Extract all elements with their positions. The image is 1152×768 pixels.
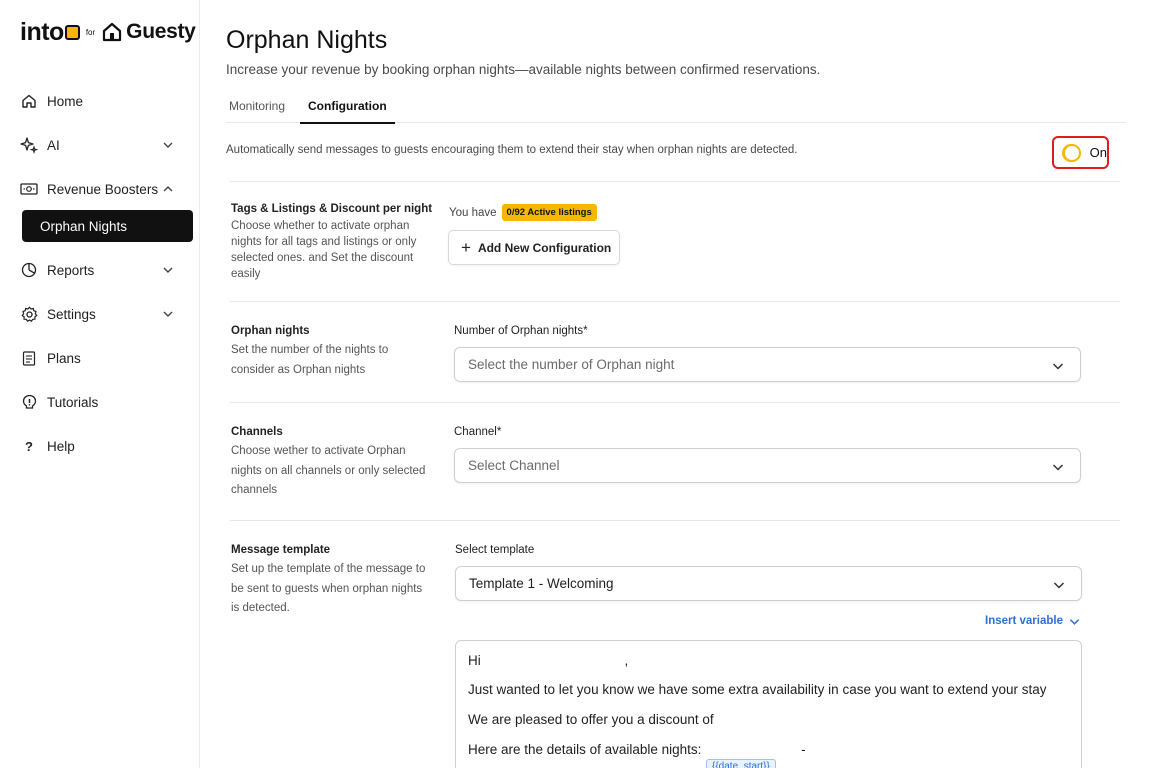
details-text: Here are the details of available nights…: [468, 742, 702, 757]
orphan-nights-section-description: Set the number of the nights to consider…: [231, 344, 389, 376]
sidebar-item-label: Plans: [47, 350, 81, 366]
tab-configuration[interactable]: Configuration: [300, 99, 395, 124]
insert-variable-button[interactable]: Insert variable: [985, 615, 1080, 627]
message-section-description: Set up the template of the message to be…: [231, 563, 426, 614]
sidebar-subitem-orphan-nights[interactable]: Orphan Nights: [22, 210, 193, 242]
sparkle-icon: [20, 136, 38, 154]
selected-template: Template 1 - Welcoming: [469, 576, 614, 591]
sidebar-item-settings[interactable]: Settings: [20, 299, 180, 329]
active-listings-summary: You have 0/92 Active listings: [449, 204, 597, 221]
divider: [230, 181, 1120, 182]
auto-send-description: Automatically send messages to guests en…: [226, 144, 798, 156]
brand-logo[interactable]: into for Guesty: [20, 18, 196, 46]
tab-bar: Monitoring Configuration: [226, 96, 1126, 124]
cash-icon: [20, 180, 38, 198]
chevron-down-icon: [1052, 464, 1064, 471]
active-listings-badge: 0/92 Active listings: [501, 204, 597, 221]
plus-icon: +: [461, 238, 471, 257]
template-select[interactable]: Template 1 - Welcoming: [455, 566, 1082, 601]
partner-name: Guesty: [126, 20, 196, 43]
message-editor[interactable]: Hi , Just wanted to let you know we have…: [455, 640, 1082, 768]
chevron-down-icon: [163, 142, 173, 148]
question-icon: ?: [25, 438, 33, 454]
sidebar-item-ai[interactable]: AI: [20, 130, 180, 160]
sidebar-item-label: Home: [47, 93, 84, 109]
toggle-label: On: [1089, 145, 1107, 160]
page-subtitle: Increase your revenue by booking orphan …: [226, 62, 821, 77]
channel-field-label: Channel*: [454, 426, 502, 438]
pie-chart-icon: [20, 261, 38, 279]
orphan-nights-section-title: Orphan nights: [231, 325, 310, 337]
divider: [230, 520, 1120, 521]
sidebar-item-reports[interactable]: Reports: [20, 255, 180, 285]
chevron-down-icon: [1053, 582, 1065, 589]
orphan-nights-field-label: Number of Orphan nights*: [454, 325, 588, 337]
message-line-3: We are pleased to offer you a discount o…: [468, 712, 714, 727]
add-button-label: Add New Configuration: [477, 240, 612, 255]
chevron-down-icon: [163, 311, 173, 317]
message-line-2: Just wanted to let you know we have some…: [468, 682, 1047, 697]
sidebar-item-label: Reports: [47, 262, 95, 278]
chevron-down-icon: [1052, 363, 1064, 370]
home-icon: [20, 92, 38, 110]
guesty-house-icon: [103, 22, 122, 42]
chevron-down-icon: [1069, 618, 1080, 625]
tab-monitoring[interactable]: Monitoring: [229, 99, 285, 123]
select-placeholder: Select the number of Orphan night: [468, 357, 675, 372]
sidebar: into for Guesty Home AI Revenue Boosters…: [0, 0, 200, 768]
sidebar-item-help[interactable]: ? Help: [20, 431, 180, 461]
sidebar-item-label: Settings: [47, 306, 96, 322]
select-placeholder: Select Channel: [468, 458, 560, 473]
template-field-label: Select template: [455, 544, 535, 556]
tags-section-description: Choose whether to activate orphan nights…: [231, 220, 417, 280]
greeting-text: Hi: [468, 653, 481, 668]
sidebar-item-label: AI: [47, 137, 60, 153]
channel-select[interactable]: Select Channel: [454, 448, 1081, 483]
orphan-nights-select[interactable]: Select the number of Orphan night: [454, 347, 1081, 382]
insert-variable-label: Insert variable: [985, 615, 1063, 627]
page-title: Orphan Nights: [226, 26, 388, 54]
sidebar-item-revenue-boosters[interactable]: Revenue Boosters: [20, 174, 180, 204]
divider: [230, 402, 1120, 403]
toggle-knob: [1064, 145, 1079, 160]
gear-icon: [20, 305, 38, 323]
chevron-up-icon: [163, 186, 173, 192]
message-section-title: Message template: [231, 544, 331, 556]
add-new-configuration-button[interactable]: + Add New Configuration: [448, 230, 620, 265]
brand-for-text: for: [85, 27, 96, 37]
message-line-4: Here are the details of available nights…: [468, 742, 806, 757]
chevron-down-icon: [163, 267, 173, 273]
brand-home-mark-icon: [64, 24, 80, 40]
brand-name: into: [20, 17, 64, 46]
sidebar-item-label: Tutorials: [47, 394, 99, 410]
auto-send-toggle[interactable]: On: [1052, 136, 1109, 169]
sidebar-item-label: Revenue Boosters: [47, 181, 159, 197]
sidebar-item-plans[interactable]: Plans: [20, 343, 180, 373]
sidebar-item-label: Help: [47, 438, 75, 454]
tags-section-title: Tags & Listings & Discount per night: [231, 203, 433, 215]
you-have-text: You have: [449, 206, 497, 219]
sidebar-item-home[interactable]: Home: [20, 86, 180, 116]
message-line-greeting: Hi ,: [468, 653, 628, 668]
lightbulb-icon: [20, 393, 38, 411]
toggle-track: [1062, 143, 1081, 162]
sidebar-item-tutorials[interactable]: Tutorials: [20, 387, 180, 417]
channels-section-title: Channels: [231, 426, 283, 438]
date-dash: -: [801, 742, 806, 757]
divider: [230, 301, 1120, 302]
variable-chip-date-start[interactable]: {{date_start}}: [706, 759, 776, 768]
greeting-comma: ,: [624, 653, 629, 668]
clipboard-icon: [20, 349, 38, 367]
channels-section-description: Choose wether to activate Orphan nights …: [231, 445, 426, 496]
